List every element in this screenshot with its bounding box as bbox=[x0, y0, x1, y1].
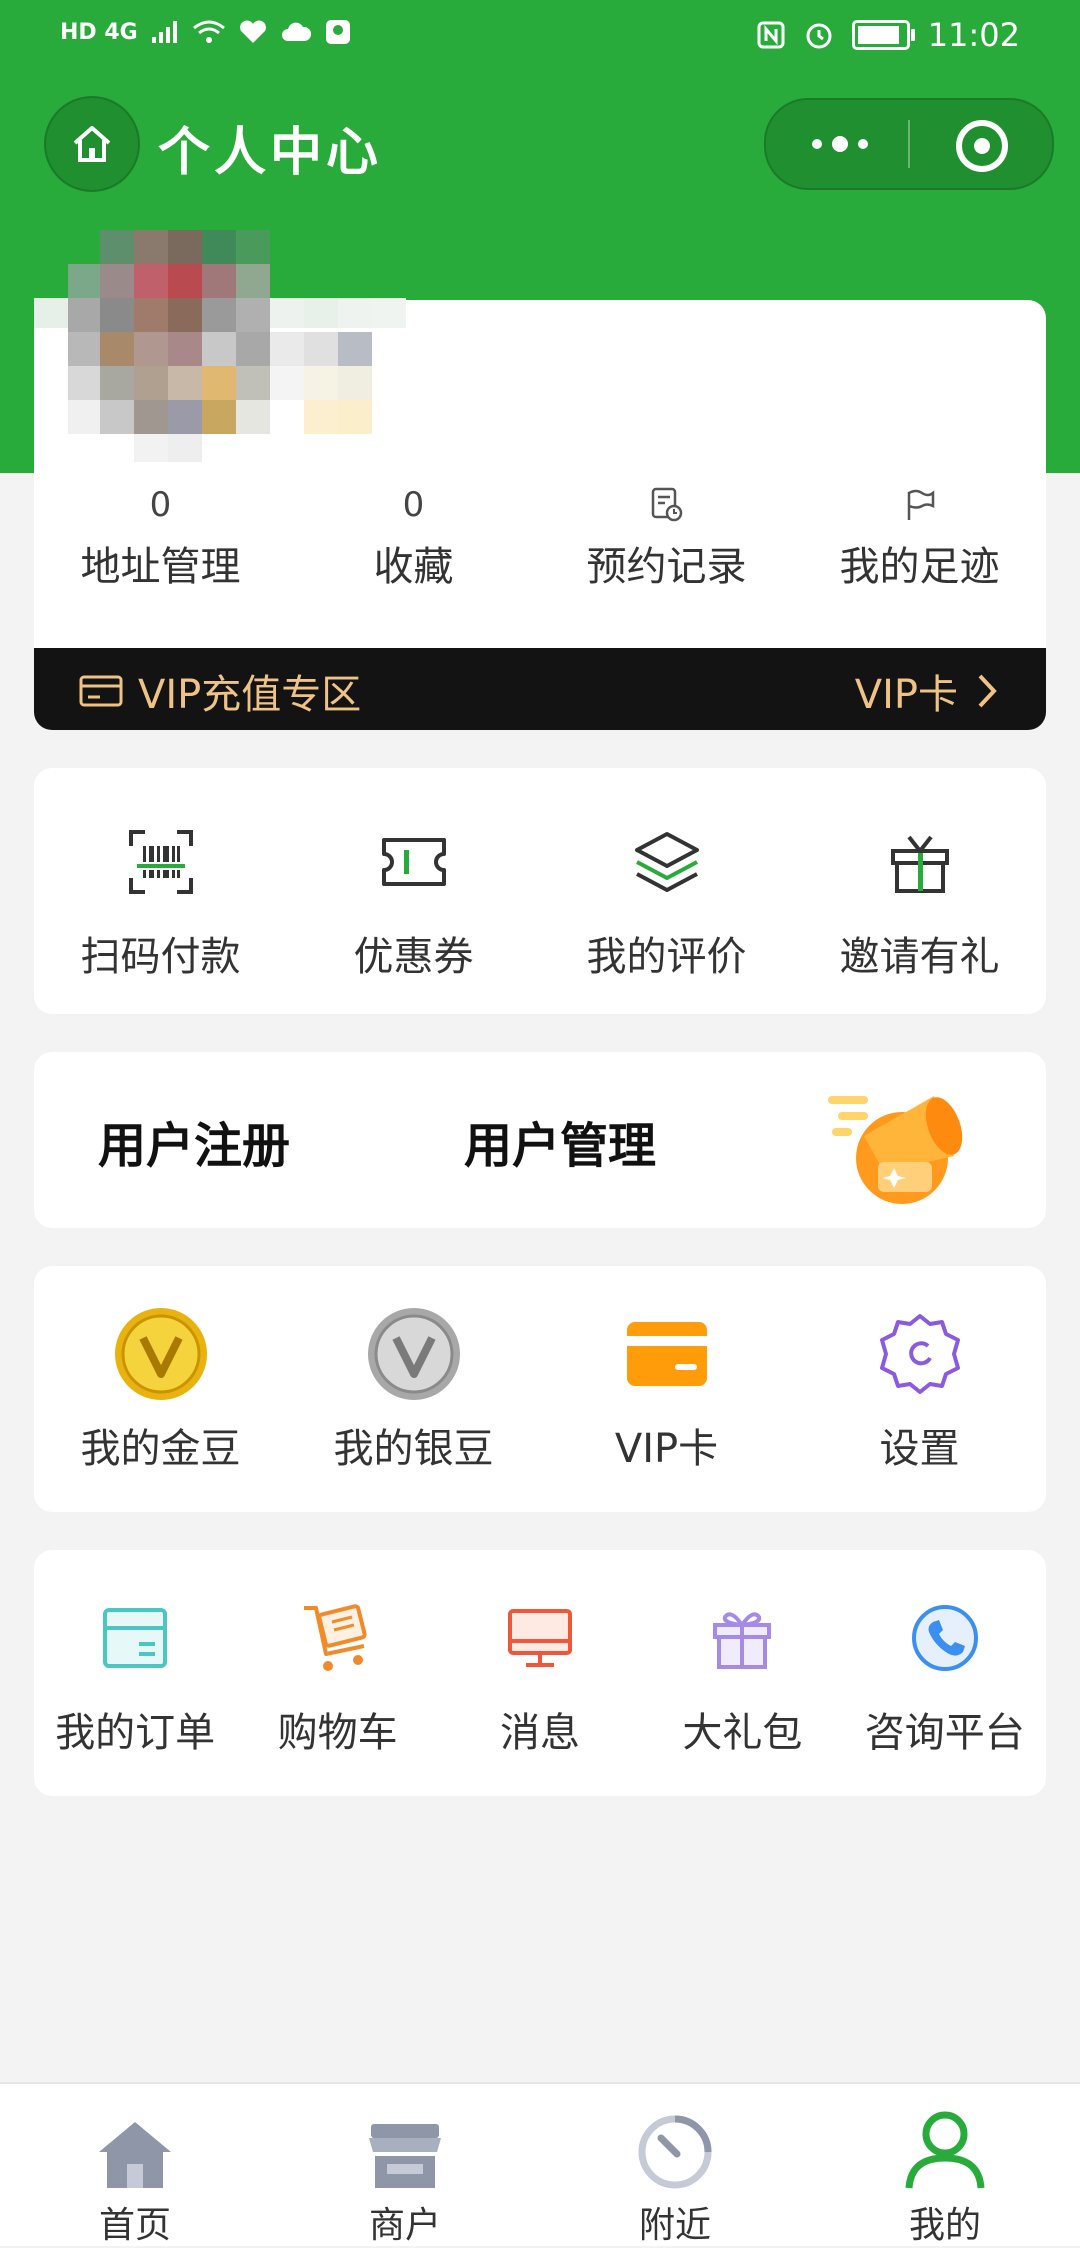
capsule-divider bbox=[908, 120, 910, 168]
stat-label: 我的足迹 bbox=[839, 544, 1000, 590]
status-right: 11:02 bbox=[756, 16, 1020, 54]
user-register-link[interactable]: 用户注册 bbox=[98, 1106, 290, 1176]
megaphone-illustration-icon bbox=[828, 1096, 963, 1204]
home-button[interactable] bbox=[44, 96, 140, 192]
vip-card-item[interactable]: VIP卡 bbox=[540, 1302, 793, 1474]
wallet-card: 我的金豆 我的银豆 VIP卡 设置 bbox=[34, 1266, 1046, 1512]
invite-gift-item[interactable]: 邀请有礼 bbox=[793, 810, 1046, 982]
cloud-icon bbox=[281, 22, 311, 41]
service-label: 我的订单 bbox=[55, 1710, 216, 1756]
settings-item[interactable]: 设置 bbox=[793, 1302, 1046, 1474]
wallet-label: VIP卡 bbox=[614, 1426, 719, 1472]
action-label: 扫码付款 bbox=[80, 934, 241, 980]
coupon-item[interactable]: 优惠券 bbox=[287, 810, 540, 982]
stat-appointments[interactable]: 预约记录 bbox=[540, 480, 793, 592]
stat-footprints[interactable]: 我的足迹 bbox=[793, 480, 1046, 592]
gift-box-icon bbox=[890, 835, 949, 893]
silver-beans-item[interactable]: 我的银豆 bbox=[287, 1302, 540, 1474]
nav-bar: 个人中心 bbox=[0, 92, 1080, 196]
silver-coin-icon bbox=[367, 1308, 460, 1400]
order-box-icon bbox=[103, 1608, 168, 1668]
tab-label: 附近 bbox=[638, 2205, 711, 2246]
tab-label: 我的 bbox=[908, 2205, 981, 2246]
action-label: 优惠券 bbox=[353, 934, 474, 980]
consult-platform-item[interactable]: 咨询平台 bbox=[844, 1586, 1046, 1758]
alarm-icon bbox=[806, 23, 832, 49]
coupon-icon bbox=[381, 838, 446, 886]
clock-text: 11:02 bbox=[927, 16, 1020, 54]
battery-icon bbox=[851, 20, 915, 50]
nfc-icon bbox=[757, 21, 785, 49]
service-label: 购物车 bbox=[277, 1710, 398, 1756]
wallet-label: 我的银豆 bbox=[333, 1426, 494, 1472]
bottom-tab-bar: 首页 商户 附近 我的 bbox=[0, 2082, 1080, 2246]
user-tab-icon bbox=[905, 2111, 985, 2189]
vip-card-outline-icon bbox=[79, 675, 123, 707]
layers-icon bbox=[634, 832, 699, 892]
action-label: 邀请有礼 bbox=[839, 934, 1000, 980]
home-icon bbox=[73, 126, 111, 162]
more-button[interactable] bbox=[808, 120, 872, 168]
tab-nearby[interactable]: 附近 bbox=[540, 2084, 810, 2246]
profile-stats: 0 地址管理 0 收藏 预约记录 我的足迹 bbox=[34, 480, 1046, 592]
tab-merchants[interactable]: 商户 bbox=[270, 2084, 540, 2246]
service-label: 咨询平台 bbox=[864, 1710, 1025, 1756]
tab-label: 首页 bbox=[98, 2205, 171, 2246]
gold-beans-item[interactable]: 我的金豆 bbox=[34, 1302, 287, 1474]
vip-recharge-label: VIP充值专区 bbox=[138, 672, 362, 718]
gift-icon bbox=[713, 1612, 772, 1669]
network-text: HD 4G bbox=[60, 19, 138, 45]
shop-tab-icon bbox=[369, 2124, 441, 2188]
stat-value: 0 bbox=[149, 485, 172, 525]
stat-address[interactable]: 0 地址管理 bbox=[34, 480, 287, 592]
close-target-button[interactable] bbox=[956, 120, 1008, 172]
settings-gear-icon bbox=[879, 1314, 960, 1394]
messages-item[interactable]: 消息 bbox=[439, 1586, 641, 1758]
app-notification-icon bbox=[325, 20, 350, 44]
home-tab-icon bbox=[99, 2122, 171, 2188]
stat-value: 0 bbox=[402, 485, 425, 525]
stat-favorites[interactable]: 0 收藏 bbox=[287, 480, 540, 592]
monitor-icon bbox=[507, 1609, 572, 1667]
action-label: 我的评价 bbox=[586, 934, 747, 980]
phone-icon bbox=[911, 1605, 978, 1671]
chevron-right-icon bbox=[978, 674, 997, 708]
page-title: 个人中心 bbox=[158, 123, 383, 183]
gift-pack-item[interactable]: 大礼包 bbox=[641, 1586, 843, 1758]
tab-mine[interactable]: 我的 bbox=[810, 2084, 1080, 2246]
wallet-label: 设置 bbox=[879, 1426, 960, 1472]
user-manage-link[interactable]: 用户管理 bbox=[464, 1106, 656, 1176]
mini-program-capsule bbox=[764, 98, 1054, 190]
status-bar: HD 4G 11:02 bbox=[0, 0, 1080, 72]
my-reviews-item[interactable]: 我的评价 bbox=[540, 810, 793, 982]
heart-rate-icon bbox=[239, 20, 266, 43]
service-label: 大礼包 bbox=[682, 1710, 803, 1756]
my-orders-item[interactable]: 我的订单 bbox=[34, 1586, 236, 1758]
shopping-cart-icon bbox=[303, 1604, 367, 1671]
service-label: 消息 bbox=[499, 1710, 580, 1756]
shopping-cart-item[interactable]: 购物车 bbox=[236, 1586, 438, 1758]
avatar[interactable] bbox=[34, 230, 414, 462]
vip-recharge-bar[interactable]: VIP充值专区 VIP卡 bbox=[34, 648, 1046, 730]
stat-label: 地址管理 bbox=[80, 544, 241, 590]
wallet-label: 我的金豆 bbox=[80, 1426, 241, 1472]
wifi-icon bbox=[192, 20, 225, 43]
quick-actions-card: 扫码付款 优惠券 我的评价 邀请有礼 bbox=[34, 768, 1046, 1014]
signal-icon bbox=[151, 21, 177, 43]
clock-tab-icon bbox=[638, 2115, 712, 2189]
clipboard-clock-icon bbox=[651, 487, 682, 522]
flag-icon bbox=[907, 489, 934, 520]
stat-label: 预约记录 bbox=[586, 544, 747, 590]
tab-label: 商户 bbox=[368, 2205, 441, 2246]
gold-coin-icon bbox=[114, 1308, 207, 1400]
scan-pay-item[interactable]: 扫码付款 bbox=[34, 810, 287, 982]
user-management-card: 用户注册 用户管理 bbox=[34, 1052, 1046, 1228]
services-card: 我的订单 购物车 消息 大礼包 咨询平台 bbox=[34, 1550, 1046, 1796]
tab-home[interactable]: 首页 bbox=[0, 2084, 270, 2246]
scan-barcode-icon bbox=[128, 830, 193, 894]
vip-card-icon bbox=[626, 1322, 707, 1386]
status-left: HD 4G bbox=[60, 18, 352, 46]
vip-card-link: VIP卡 bbox=[854, 672, 958, 718]
stat-label: 收藏 bbox=[373, 544, 454, 590]
